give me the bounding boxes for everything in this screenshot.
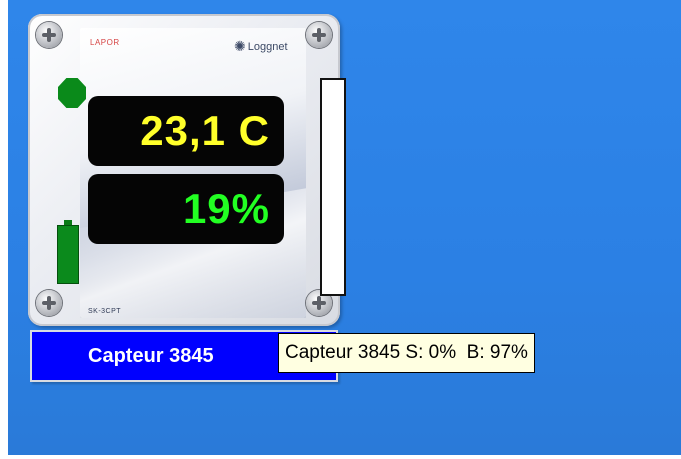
brand-label: LAPOR xyxy=(90,38,120,47)
device-faceplate xyxy=(80,28,306,318)
battery-icon xyxy=(57,220,79,284)
screw-top-left-icon xyxy=(36,22,62,48)
model-label: SK-3CPT xyxy=(88,308,122,315)
desktop-background: LAPOR ✺ Loggnet 23,1 C 19% SK-3CPT Capte… xyxy=(8,0,681,455)
screw-top-right-icon xyxy=(306,22,332,48)
sensor-name-label: Capteur 3845 xyxy=(88,344,214,367)
battery-body xyxy=(57,225,79,284)
sun-icon: ✺ xyxy=(234,38,246,54)
sensor-tooltip: Capteur 3845 S: 0% B: 97% xyxy=(278,333,535,373)
logo-text: Loggnet xyxy=(247,40,288,53)
sensor-widget[interactable]: LAPOR ✺ Loggnet 23,1 C 19% SK-3CPT xyxy=(28,14,346,326)
humidity-display: 19% xyxy=(88,174,284,244)
temperature-display: 23,1 C xyxy=(88,96,284,166)
screw-bottom-left-icon xyxy=(36,290,62,316)
signal-gauge xyxy=(320,78,346,296)
loggnet-logo: ✺ Loggnet xyxy=(234,38,288,55)
